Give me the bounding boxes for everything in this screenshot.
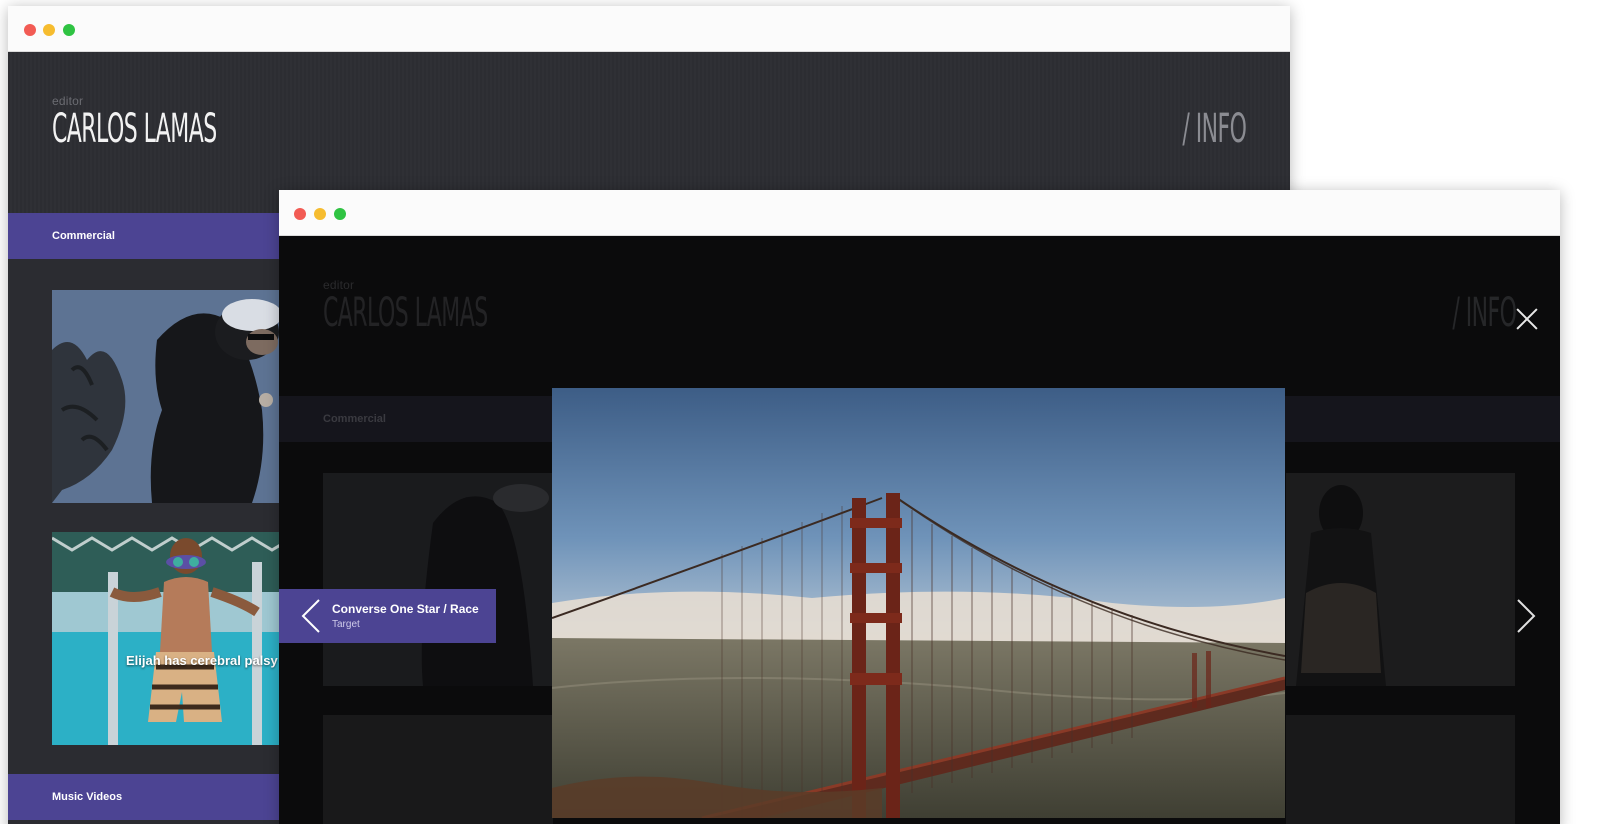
site-header: editor CARLOS LAMAS / INFO xyxy=(8,52,1290,213)
close-window-button[interactable] xyxy=(24,24,36,36)
dimmed-image xyxy=(323,473,553,686)
site-title: CARLOS LAMAS xyxy=(323,290,488,336)
category-label: Commercial xyxy=(323,413,386,425)
category-label: Commercial xyxy=(52,230,115,242)
maximize-window-button[interactable] xyxy=(63,24,75,36)
minimize-window-button[interactable] xyxy=(43,24,55,36)
chevron-left-icon xyxy=(301,599,320,633)
swimmer-image xyxy=(52,532,292,745)
info-link: / INFO xyxy=(1451,290,1517,336)
dimmed-thumbnail xyxy=(1286,715,1515,824)
site-title[interactable]: CARLOS LAMAS xyxy=(52,106,217,152)
category-label: Music Videos xyxy=(52,791,123,803)
golden-gate-bridge-image xyxy=(552,388,1285,818)
previous-item-subtitle: Target xyxy=(332,619,360,630)
window-titlebar xyxy=(8,6,1290,52)
skater-image xyxy=(52,290,292,503)
window-titlebar xyxy=(279,190,1560,236)
dimmed-thumbnail xyxy=(1286,473,1515,686)
lightbox-media[interactable] xyxy=(552,388,1285,818)
video-thumbnail[interactable]: Elijah has cerebral palsy xyxy=(52,532,292,745)
thumbnail-caption: Elijah has cerebral palsy xyxy=(126,653,278,668)
close-window-button[interactable] xyxy=(294,208,306,220)
chevron-right-icon[interactable] xyxy=(1515,597,1537,635)
close-icon[interactable] xyxy=(1515,307,1539,331)
info-link[interactable]: / INFO xyxy=(1182,106,1247,152)
dimmed-thumbnail xyxy=(323,715,553,824)
stage: editor CARLOS LAMAS / INFO Commercial El… xyxy=(0,0,1600,824)
minimize-window-button[interactable] xyxy=(314,208,326,220)
dimmed-thumbnail xyxy=(323,473,553,686)
video-thumbnail[interactable] xyxy=(52,290,292,503)
previous-item-button[interactable]: Converse One Star / Race Target xyxy=(279,589,496,643)
previous-item-title: Converse One Star / Race xyxy=(332,602,479,616)
dimmed-image xyxy=(1286,473,1515,686)
maximize-window-button[interactable] xyxy=(334,208,346,220)
front-browser-window: editor CARLOS LAMAS / INFO Commercial Co… xyxy=(279,190,1560,824)
